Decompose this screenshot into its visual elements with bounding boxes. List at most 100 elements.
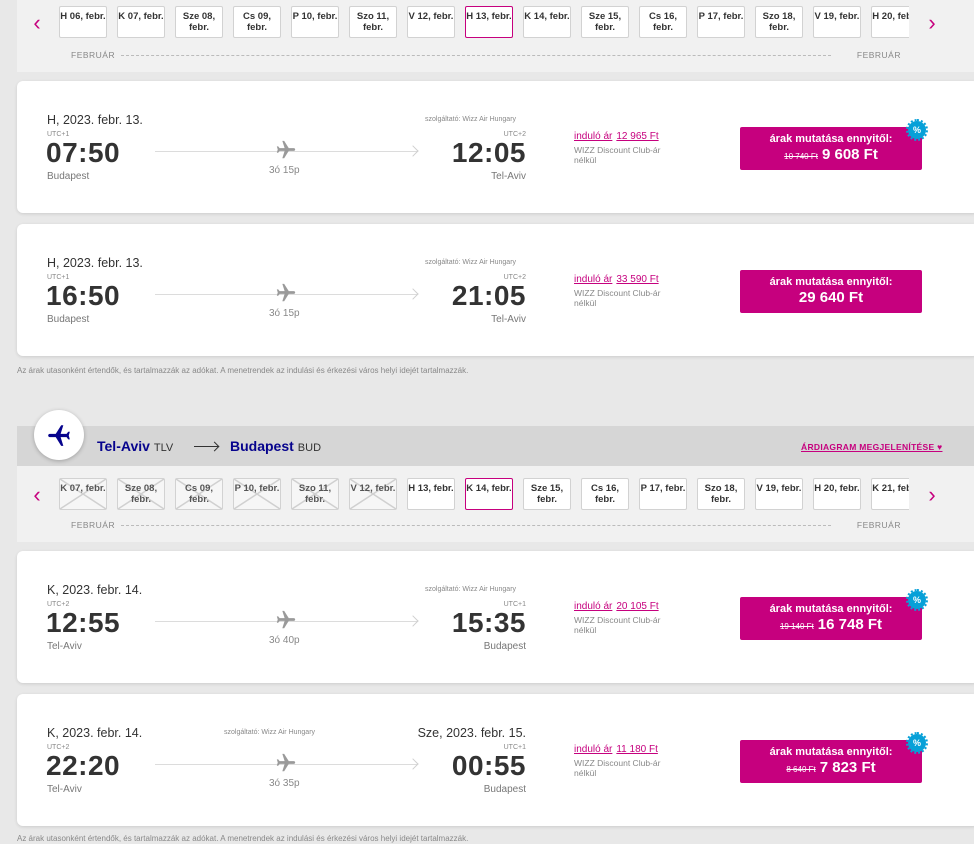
departure-time: 07:50 — [46, 137, 121, 168]
flight-card: H, 2023. febr. 13. szolgáltató: Wizz Air … — [17, 224, 974, 356]
date-option[interactable]: Cs 09, febr. — [233, 6, 281, 38]
month-label-right: FEBRUÁR — [856, 50, 901, 60]
plane-icon — [275, 282, 297, 304]
return-route-header: Tel-Aviv TLV Budapest BUD ÁRDIAGRAM MEGJEL… — [17, 426, 974, 466]
arrow-right-icon — [194, 446, 218, 447]
operator-label: szolgáltató: Wizz Air Hungary — [224, 729, 316, 736]
date-option[interactable]: Sze 08, febr. — [175, 6, 223, 38]
discount-badge-icon: % — [906, 119, 928, 141]
arrival-time: 21:05 — [451, 280, 526, 311]
outbound-date-list: H 06, febr. K 07, febr. Sze 08, febr. Cs 09… — [59, 6, 909, 42]
date-option[interactable]: H 06, febr. — [59, 6, 107, 38]
start-price-link[interactable]: induló ár 33 590 Ft — [574, 274, 659, 285]
month-divider — [121, 55, 831, 56]
month-label-left: FEBRUÁR — [71, 520, 116, 530]
departure-time: 12:55 — [46, 607, 121, 638]
date-option: V 12, febr. — [349, 478, 397, 510]
arrow-right-icon — [407, 615, 419, 627]
start-price-link[interactable]: induló ár 12 965 Ft — [574, 131, 659, 142]
arrival-time: 12:05 — [451, 137, 526, 168]
plane-icon — [275, 139, 297, 161]
date-option[interactable]: Sze 15, febr. — [523, 478, 571, 510]
date-option[interactable]: H 13, febr. — [465, 6, 513, 38]
flight-duration: 3ó 15p — [269, 165, 300, 176]
club-note: WIZZ Discount Club-ár nélkül — [574, 758, 661, 778]
date-option[interactable]: P 17, febr. — [639, 478, 687, 510]
start-price-label: induló ár — [574, 601, 613, 612]
departure-city: Tel-Aviv — [47, 641, 82, 652]
plane-icon — [275, 609, 297, 631]
month-label-right: FEBRUÁR — [856, 520, 901, 530]
arrow-right-icon — [407, 145, 419, 157]
departure-time: 16:50 — [46, 280, 121, 311]
date-option[interactable]: Szo 18, febr. — [755, 6, 803, 38]
departure-date: H, 2023. febr. 13. — [47, 113, 143, 127]
start-price-link[interactable]: induló ár 11 180 Ft — [574, 744, 658, 755]
chevron-right-icon[interactable]: › — [920, 6, 944, 42]
date-option[interactable]: K 14, febr. — [523, 6, 571, 38]
date-option: Szo 11, febr. — [291, 478, 339, 510]
arrival-city: Budapest — [483, 641, 526, 652]
start-price-amount: 11 180 Ft — [616, 744, 658, 755]
date-option[interactable]: K 14, febr. — [465, 478, 513, 510]
arrival-city: Tel-Aviv — [491, 171, 526, 182]
operator-label: szolgáltató: Wizz Air Hungary — [425, 586, 517, 593]
date-option[interactable]: H 13, febr. — [407, 478, 455, 510]
arrival-city: Tel-Aviv — [491, 314, 526, 325]
date-option: P 10, febr. — [233, 478, 281, 510]
show-prices-button[interactable]: árak mutatása ennyitől: 19 140 Ft 16 748 F… — [740, 597, 922, 640]
start-price-label: induló ár — [574, 131, 613, 142]
departure-city: Budapest — [47, 314, 90, 325]
show-prices-label: árak mutatása ennyitől: — [769, 746, 893, 758]
date-option[interactable]: H 20, febr. — [871, 6, 909, 38]
start-price-label: induló ár — [574, 744, 613, 755]
inbound-month-row: FEBRUÁR FEBRUÁR — [59, 518, 909, 532]
route-from: Tel-Aviv TLV — [97, 438, 173, 454]
inbound-date-list: K 07, febr. Sze 08, febr. Cs 09, febr. P 10… — [59, 478, 909, 514]
route-from-code: TLV — [153, 442, 174, 454]
chevron-right-icon[interactable]: › — [920, 478, 944, 514]
start-price-link[interactable]: induló ár 20 105 Ft — [574, 601, 659, 612]
club-note: WIZZ Discount Club-ár nélkül — [574, 145, 661, 165]
new-price: 7 823 Ft — [819, 759, 876, 776]
discount-badge-icon: % — [906, 589, 928, 611]
date-option[interactable]: V 19, febr. — [813, 6, 861, 38]
date-option[interactable]: Cs 16, febr. — [639, 6, 687, 38]
arrival-time: 15:35 — [451, 607, 526, 638]
club-note: WIZZ Discount Club-ár nélkül — [574, 615, 661, 635]
date-option[interactable]: P 10, febr. — [291, 6, 339, 38]
old-price: 8 640 Ft — [786, 765, 816, 774]
month-divider — [121, 525, 831, 526]
show-prices-button[interactable]: árak mutatása ennyitől: 8 640 Ft 7 823 Ft — [740, 740, 922, 783]
date-option[interactable]: K 21, febr. — [871, 478, 909, 510]
price-row: 8 640 Ft 7 823 Ft — [740, 759, 922, 777]
date-option[interactable]: H 20, febr. — [813, 478, 861, 510]
date-option[interactable]: Sze 15, febr. — [581, 6, 629, 38]
flight-card: K, 2023. febr. 14. Sze, 2023. febr. 15. sz… — [17, 694, 974, 826]
date-option[interactable]: V 19, febr. — [755, 478, 803, 510]
arrow-right-icon — [407, 758, 419, 770]
chevron-left-icon[interactable]: ‹ — [25, 6, 49, 42]
arrival-city: Budapest — [483, 784, 526, 795]
date-option[interactable]: Cs 16, febr. — [581, 478, 629, 510]
show-prices-button[interactable]: árak mutatása ennyitől: 10 740 Ft 9 608 Ft — [740, 127, 922, 170]
start-price-amount: 33 590 Ft — [616, 274, 659, 285]
date-option[interactable]: P 17, febr. — [697, 6, 745, 38]
date-option[interactable]: Szo 18, febr. — [697, 478, 745, 510]
price-row: 10 740 Ft 9 608 Ft — [740, 146, 922, 164]
old-price: 10 740 Ft — [784, 152, 818, 161]
price-chart-link[interactable]: ÁRDIAGRAM MEGJELENÍTÉSE ♥ — [801, 442, 942, 452]
date-option[interactable]: Szo 11, febr. — [349, 6, 397, 38]
date-option: K 07, febr. — [59, 478, 107, 510]
flight-card: K, 2023. febr. 14. szolgáltató: Wizz Air … — [17, 551, 974, 683]
date-option[interactable]: K 07, febr. — [117, 6, 165, 38]
show-prices-button[interactable]: árak mutatása ennyitől: 29 640 Ft — [740, 270, 922, 313]
old-price: 19 140 Ft — [779, 622, 814, 631]
inbound-date-strip: ‹ K 07, febr. Sze 08, febr. Cs 09, febr. P … — [17, 466, 974, 542]
chevron-left-icon[interactable]: ‹ — [25, 478, 49, 514]
outbound-month-row: FEBRUÁR FEBRUÁR — [59, 48, 909, 62]
new-price: 9 608 Ft — [821, 146, 878, 163]
date-option[interactable]: V 12, febr. — [407, 6, 455, 38]
route-to-city: Budapest — [230, 438, 294, 454]
show-prices-label: árak mutatása ennyitől: — [769, 276, 893, 288]
